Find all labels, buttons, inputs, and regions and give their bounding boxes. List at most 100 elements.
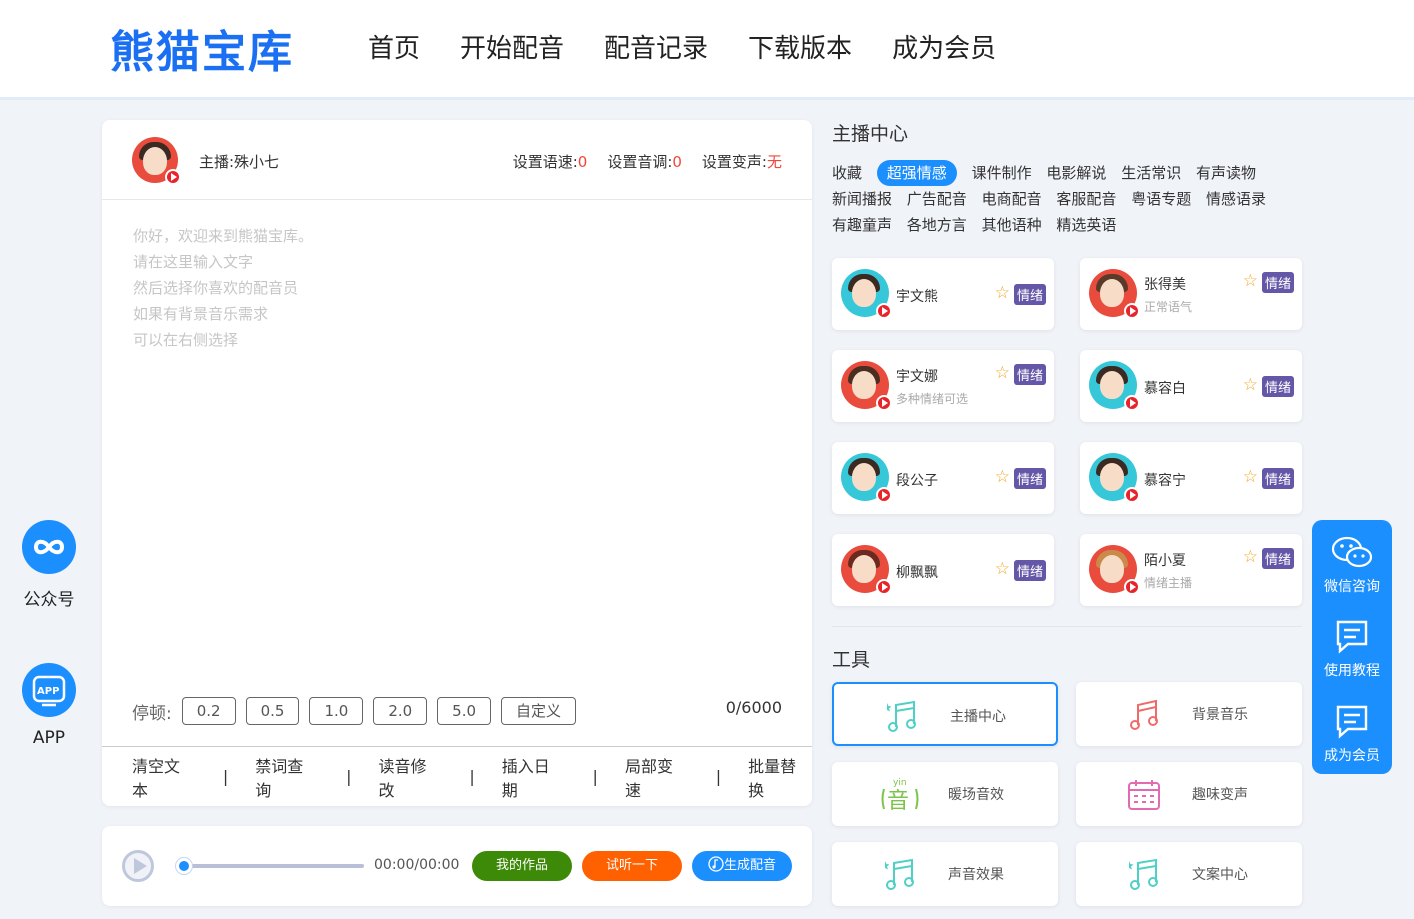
- tool-fun-voice-change[interactable]: 趣味变声: [1076, 762, 1302, 826]
- category-tab[interactable]: 有趣童声: [832, 212, 892, 238]
- emotion-badge: 情绪: [1261, 376, 1294, 397]
- anchor-avatar: [841, 269, 892, 319]
- category-tab[interactable]: 粤语专题: [1131, 186, 1191, 212]
- category-tab[interactable]: 新闻播报: [832, 186, 892, 212]
- category-tab[interactable]: 电影解说: [1046, 160, 1106, 186]
- tutorial-button[interactable]: 使用教程: [1312, 618, 1392, 680]
- category-tab[interactable]: 精选英语: [1056, 212, 1116, 238]
- favorite-star-icon[interactable]: ☆: [1243, 375, 1258, 395]
- anchor-card[interactable]: 慕容白 ☆ 情绪: [1080, 350, 1302, 422]
- tool-label: 文案中心: [1192, 867, 1248, 883]
- anchor-card[interactable]: 慕容宁 ☆ 情绪: [1080, 442, 1302, 514]
- favorite-star-icon[interactable]: ☆: [1243, 547, 1258, 567]
- nav-start-dubbing[interactable]: 开始配音: [460, 28, 564, 65]
- membership-button[interactable]: 成为会员: [1312, 703, 1392, 765]
- pause-custom-button[interactable]: 自定义: [501, 697, 577, 725]
- pitch-setting[interactable]: 设置音调:0: [607, 151, 682, 172]
- tool-label: 声音效果: [948, 867, 1004, 883]
- music-note-icon: [885, 858, 914, 890]
- tool-label: 背景音乐: [1192, 707, 1248, 723]
- favorite-star-icon[interactable]: ☆: [995, 559, 1010, 579]
- tool-label: 主播中心: [950, 709, 1006, 725]
- anchor-card[interactable]: 宇文娜 多种情绪可选 ☆ 情绪: [832, 350, 1054, 422]
- pause-1.0-button[interactable]: 1.0: [309, 697, 364, 725]
- favorite-star-icon[interactable]: ☆: [995, 467, 1010, 487]
- right-float-menu: 微信咨询 使用教程 成为会员: [1312, 520, 1392, 774]
- current-anchor: 主播:殊小七: [199, 153, 280, 171]
- my-works-button[interactable]: 我的作品: [472, 851, 572, 881]
- tutorial-label: 使用教程: [1324, 663, 1380, 679]
- wechat-official-account-button[interactable]: [22, 520, 76, 574]
- play-icon: [1124, 303, 1140, 319]
- progress-slider[interactable]: [176, 858, 364, 874]
- voice-change-setting[interactable]: 设置变声:无: [702, 151, 782, 172]
- nav-home[interactable]: 首页: [368, 28, 420, 65]
- favorite-star-icon[interactable]: ☆: [995, 363, 1010, 383]
- app-icon: APP: [32, 675, 66, 707]
- anchor-card[interactable]: 宇文熊 ☆ 情绪: [832, 258, 1054, 330]
- category-tab[interactable]: 情感语录: [1206, 186, 1266, 212]
- main-nav: 首页 开始配音 配音记录 下载版本 成为会员: [368, 28, 1036, 65]
- svg-text:yin: yin: [893, 778, 907, 788]
- category-tab[interactable]: 其他语种: [982, 212, 1042, 238]
- anchor-name: 陌小夏: [1144, 553, 1186, 569]
- anchor-avatar: [1089, 269, 1140, 319]
- category-tab[interactable]: 收藏: [832, 160, 862, 186]
- anchor-name: 张得美: [1144, 277, 1186, 293]
- favorite-star-icon[interactable]: ☆: [995, 283, 1010, 303]
- batch-replace-button[interactable]: 批量替换: [748, 753, 812, 801]
- category-tab[interactable]: 有声读物: [1196, 160, 1256, 186]
- generate-dubbing-button[interactable]: 生成配音: [692, 851, 792, 881]
- app-download-button[interactable]: APP: [22, 663, 76, 717]
- play-icon: [165, 169, 181, 185]
- category-tab[interactable]: 生活常识: [1121, 160, 1181, 186]
- text-editor-panel: 主播:殊小七 设置语速:0 设置音调:0 设置变声:无 你好，欢迎来到熊猫宝库。…: [102, 120, 812, 806]
- nav-download[interactable]: 下载版本: [748, 28, 852, 65]
- music-note-icon: [708, 856, 724, 872]
- anchor-avatar: [1089, 361, 1140, 411]
- svg-text:音: 音: [887, 789, 909, 814]
- nav-membership[interactable]: 成为会员: [892, 28, 996, 65]
- speed-setting[interactable]: 设置语速:0: [513, 151, 588, 172]
- tool-background-music[interactable]: 背景音乐: [1076, 682, 1302, 746]
- anchor-card[interactable]: 陌小夏 情绪主播 ☆ 情绪: [1080, 534, 1302, 606]
- category-tab[interactable]: 客服配音: [1056, 186, 1116, 212]
- slider-thumb[interactable]: [176, 858, 192, 874]
- anchor-name: 宇文熊: [896, 289, 938, 305]
- time-display: 00:00/00:00: [374, 857, 460, 873]
- tool-anchor-center[interactable]: 主播中心: [832, 682, 1058, 746]
- site-logo[interactable]: 熊猫宝库: [110, 16, 294, 80]
- pause-2.0-button[interactable]: 2.0: [373, 697, 428, 725]
- favorite-star-icon[interactable]: ☆: [1243, 271, 1258, 291]
- clear-text-button[interactable]: 清空文本: [132, 753, 196, 801]
- pause-0.2-button[interactable]: 0.2: [181, 697, 236, 725]
- insert-date-button[interactable]: 插入日期: [502, 753, 566, 801]
- anchor-card[interactable]: 柳飘飘 ☆ 情绪: [832, 534, 1054, 606]
- pause-0.5-button[interactable]: 0.5: [245, 697, 300, 725]
- try-listen-button[interactable]: 试听一下: [582, 851, 682, 881]
- emotion-badge: 情绪: [1013, 284, 1046, 305]
- favorite-star-icon[interactable]: ☆: [1243, 467, 1258, 487]
- pronunciation-edit-button[interactable]: 读音修改: [378, 753, 442, 801]
- tool-copywriting-center[interactable]: 文案中心: [1076, 842, 1302, 906]
- category-tab[interactable]: 各地方言: [907, 212, 967, 238]
- category-tab-active[interactable]: 超强情感: [876, 160, 957, 186]
- anchor-card[interactable]: 张得美 正常语气 ☆ 情绪: [1080, 258, 1302, 330]
- local-speed-button[interactable]: 局部变速: [625, 753, 689, 801]
- play-button[interactable]: [122, 850, 154, 882]
- wechat-consult-button[interactable]: 微信咨询: [1312, 534, 1392, 596]
- music-note-icon: [1129, 858, 1158, 890]
- anchor-card[interactable]: 段公子 ☆ 情绪: [832, 442, 1054, 514]
- category-tab[interactable]: 课件制作: [972, 160, 1032, 186]
- tool-sound-effects[interactable]: 声音效果: [832, 842, 1058, 906]
- text-input-area[interactable]: 你好，欢迎来到熊猫宝库。 请在这里输入文字 然后选择你喜欢的配音员 如果有背景音…: [133, 223, 313, 353]
- nav-dubbing-records[interactable]: 配音记录: [604, 28, 708, 65]
- category-tab[interactable]: 广告配音: [907, 186, 967, 212]
- category-tab[interactable]: 电商配音: [982, 186, 1042, 212]
- wechat-official-account-label: 公众号: [23, 590, 75, 610]
- pause-5.0-button[interactable]: 5.0: [437, 697, 492, 725]
- anchor-avatar[interactable]: [132, 137, 181, 185]
- banned-word-check-button[interactable]: 禁词查询: [255, 753, 319, 801]
- tool-warmup-sound[interactable]: yin 音 暖场音效: [832, 762, 1058, 826]
- char-count: 0/6000: [725, 698, 782, 717]
